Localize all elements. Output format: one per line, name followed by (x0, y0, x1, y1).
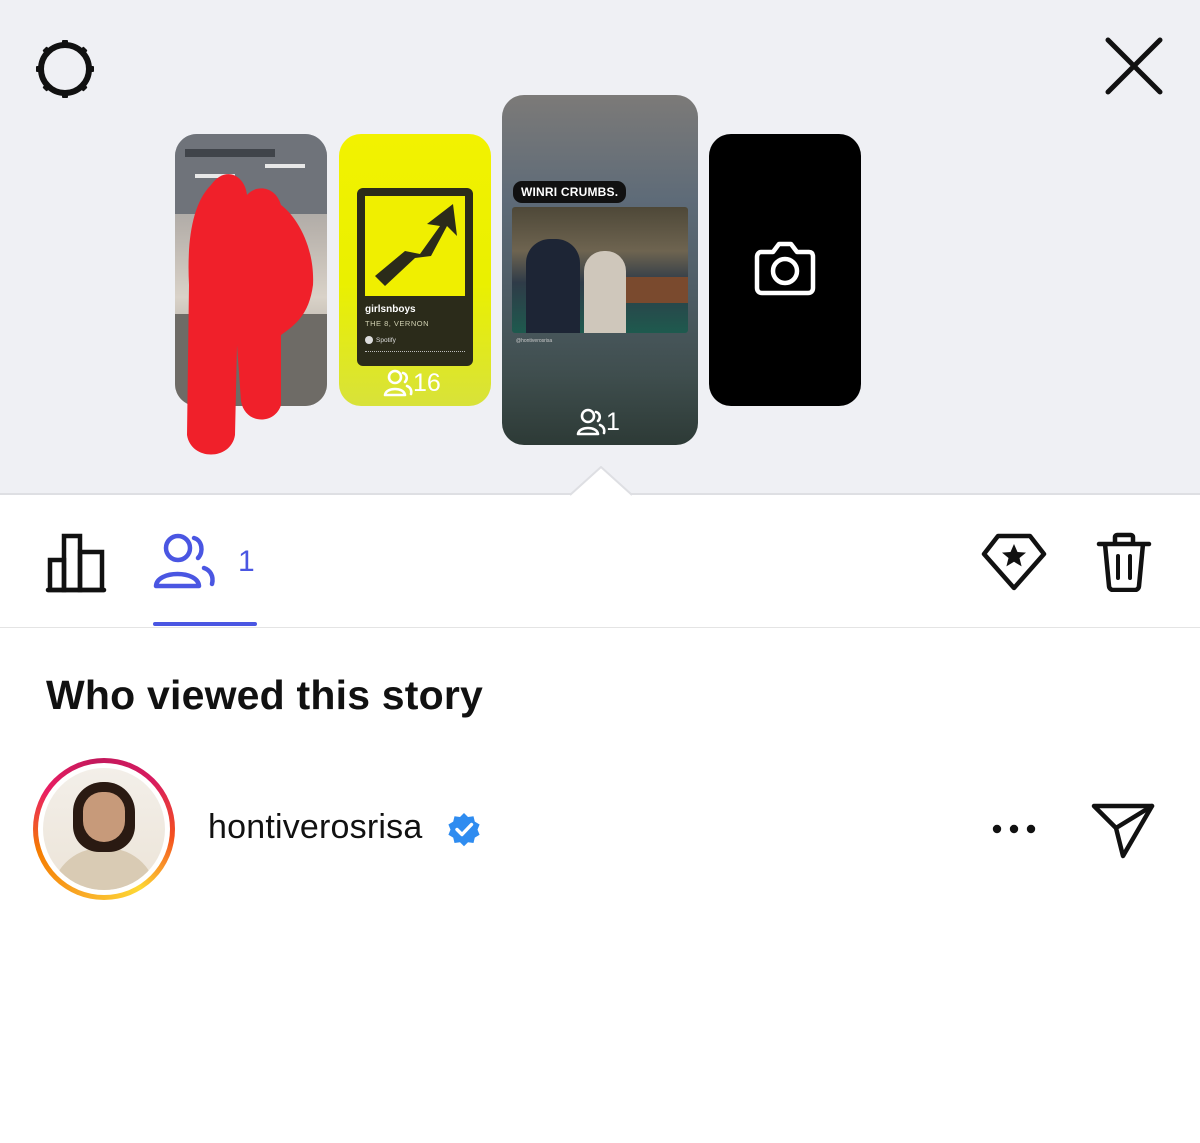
verified-badge-icon (448, 813, 480, 847)
lyrics-strip (365, 351, 465, 363)
avatar (43, 768, 165, 890)
viewers-icon (383, 369, 413, 397)
avatar-body (51, 848, 157, 890)
story-thumbnail-2[interactable]: girlsnboys THE 8, VERNON Spotify 16 (339, 134, 491, 406)
album-art (365, 196, 465, 296)
story-view-count: 16 (383, 368, 441, 398)
highlight-icon[interactable] (980, 530, 1048, 594)
add-story-button[interactable] (709, 134, 861, 406)
spotify-label: Spotify (365, 336, 396, 344)
active-tab-indicator (153, 622, 257, 626)
viewer-username[interactable]: hontiverosrisa (208, 808, 422, 847)
avatar-border (38, 763, 170, 895)
headline-tag: WINRI CRUMBS. (513, 181, 627, 203)
avatar-face (83, 792, 125, 842)
camera-icon (754, 241, 816, 296)
section-title: Who viewed this story (46, 672, 484, 718)
viewers-icon (576, 408, 606, 436)
photo-person (584, 251, 626, 333)
spotify-text: Spotify (376, 336, 396, 344)
trash-icon[interactable] (1096, 532, 1152, 592)
viewer-row[interactable]: hontiverosrisa (0, 752, 1200, 902)
story-ring[interactable] (33, 758, 175, 900)
photo-person (526, 239, 580, 333)
tab-viewers-count: 1 (238, 545, 255, 578)
viewers-icon (153, 533, 215, 589)
bar-chart-icon[interactable] (44, 530, 108, 594)
close-icon[interactable] (1100, 32, 1168, 100)
tab-viewers[interactable]: 1 (152, 530, 262, 594)
spotify-card: girlsnboys THE 8, VERNON Spotify (357, 188, 473, 366)
spotify-icon (365, 336, 373, 344)
story-view-count-value: 16 (413, 368, 441, 397)
story-thumbnail-3[interactable]: WINRI CRUMBS. @hontiverosrisa 1 (502, 95, 698, 445)
more-icon[interactable] (990, 814, 1038, 844)
selected-pointer (570, 466, 632, 496)
red-scribble (187, 174, 314, 455)
song-artist: THE 8, VERNON (365, 319, 430, 328)
story-view-count: 1 (576, 407, 620, 437)
gear-icon[interactable] (30, 34, 100, 104)
photo-credit: @hontiverosrisa (516, 338, 553, 344)
song-title: girlsnboys (365, 304, 416, 315)
story-view-count-value: 1 (606, 407, 620, 436)
send-icon[interactable] (1090, 798, 1156, 864)
news-photo (512, 207, 688, 333)
